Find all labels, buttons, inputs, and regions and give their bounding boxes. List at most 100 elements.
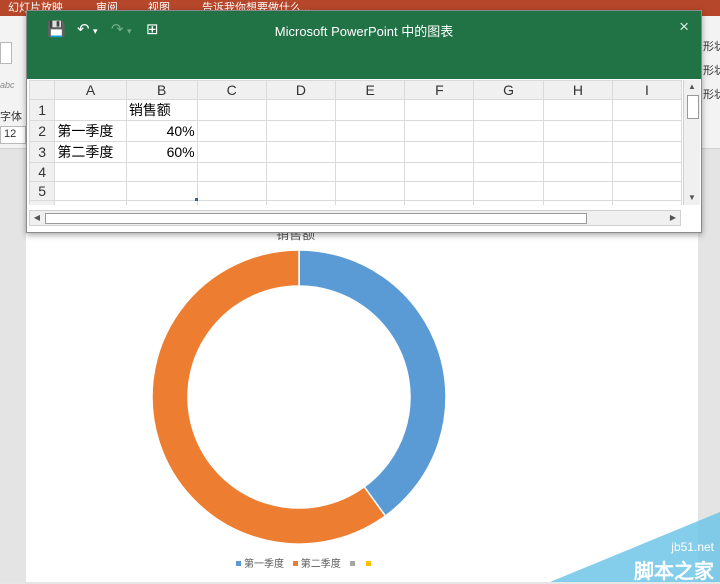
cell[interactable]	[196, 99, 267, 121]
cell[interactable]	[125, 162, 198, 182]
cell[interactable]	[542, 162, 614, 182]
cell-a1[interactable]	[54, 99, 127, 121]
cell[interactable]	[542, 141, 614, 163]
cell[interactable]	[542, 181, 614, 201]
cell[interactable]	[54, 181, 127, 201]
cell[interactable]	[196, 120, 267, 142]
window-titlebar[interactable]: 💾 ↶ ▾ ↷ ▾ ⊞ Microsoft PowerPoint 中的图表 ×	[27, 11, 701, 79]
table-row: 4	[29, 162, 682, 182]
column-header-i[interactable]: I	[612, 80, 682, 100]
vertical-scrollbar[interactable]: ▲ ▼	[683, 80, 700, 205]
cell[interactable]	[335, 181, 406, 201]
column-header-e[interactable]: E	[335, 80, 406, 100]
cell-b3[interactable]: 60%	[125, 141, 198, 163]
cell[interactable]	[473, 141, 544, 163]
vertical-scroll-thumb[interactable]	[687, 95, 699, 119]
cell[interactable]	[542, 99, 614, 121]
cell[interactable]	[265, 141, 337, 163]
cell[interactable]	[265, 162, 337, 182]
cell-a3[interactable]: 第二季度	[54, 141, 127, 163]
row-header[interactable]: 3	[29, 141, 56, 163]
cell[interactable]	[335, 200, 406, 205]
column-header-row: A B C D E F G H I	[29, 80, 682, 100]
cell[interactable]	[125, 181, 198, 201]
table-row: 2 第一季度 40%	[29, 120, 682, 142]
cell[interactable]	[473, 99, 544, 121]
horizontal-scroll-thumb[interactable]	[45, 213, 587, 224]
cell[interactable]	[335, 120, 406, 142]
column-header-g[interactable]: G	[473, 80, 544, 100]
chart-legend[interactable]: 第一季度 第二季度	[236, 555, 380, 570]
table-row: 3 第二季度 60%	[29, 141, 682, 163]
cell[interactable]	[612, 120, 682, 142]
cell-b2[interactable]: 40%	[125, 120, 198, 142]
row-header[interactable]: 6	[29, 200, 56, 205]
cell[interactable]	[542, 200, 614, 205]
cell[interactable]	[404, 181, 475, 201]
cell[interactable]	[196, 162, 267, 182]
legend-label-q1: 第一季度	[244, 559, 284, 570]
cell[interactable]	[473, 181, 544, 201]
cell[interactable]	[612, 141, 682, 163]
scroll-right-icon[interactable]: ▶	[666, 211, 680, 225]
row-header[interactable]: 5	[29, 181, 56, 201]
chart-data-window[interactable]: 💾 ↶ ▾ ↷ ▾ ⊞ Microsoft PowerPoint 中的图表 × …	[26, 10, 702, 233]
watermark-url: jb51.net	[671, 540, 714, 554]
legend-swatch-3	[349, 561, 355, 567]
scroll-up-icon[interactable]: ▲	[684, 80, 700, 94]
column-header-d[interactable]: D	[265, 80, 337, 100]
watermark-text: 脚本之家	[634, 561, 714, 583]
legend-swatch-q1	[236, 561, 241, 567]
range-resize-handle[interactable]	[195, 198, 198, 201]
cell[interactable]	[265, 120, 337, 142]
column-header-b[interactable]: B	[125, 80, 198, 100]
cell[interactable]	[612, 181, 682, 201]
close-button[interactable]: ×	[679, 17, 689, 37]
cell[interactable]	[196, 141, 267, 163]
table-row: 1 销售额	[29, 99, 682, 121]
cell[interactable]	[196, 181, 267, 201]
cell[interactable]	[404, 141, 475, 163]
cell-b1[interactable]: 销售额	[125, 99, 198, 121]
select-all-corner[interactable]	[29, 80, 56, 100]
row-header[interactable]: 2	[29, 120, 56, 142]
cell[interactable]	[404, 99, 475, 121]
cell-a2[interactable]: 第一季度	[54, 120, 127, 142]
cell[interactable]	[473, 200, 544, 205]
cell[interactable]	[335, 162, 406, 182]
doughnut-slice-第一季度[interactable]	[298, 249, 447, 517]
column-header-f[interactable]: F	[404, 80, 475, 100]
row-header[interactable]: 1	[29, 99, 56, 121]
scroll-down-icon[interactable]: ▼	[684, 191, 700, 205]
cell[interactable]	[335, 141, 406, 163]
cell[interactable]	[612, 200, 682, 205]
column-header-c[interactable]: C	[196, 80, 267, 100]
cell[interactable]	[404, 120, 475, 142]
cell[interactable]	[54, 200, 127, 205]
legend-item-4	[366, 559, 374, 570]
cell[interactable]	[612, 99, 682, 121]
cell[interactable]	[125, 200, 198, 205]
cell[interactable]	[404, 162, 475, 182]
window-title: Microsoft PowerPoint 中的图表	[274, 24, 454, 39]
table-row: 6	[29, 200, 682, 205]
cell[interactable]	[612, 162, 682, 182]
cell[interactable]	[473, 120, 544, 142]
scroll-left-icon[interactable]: ◀	[30, 211, 44, 225]
cell[interactable]	[265, 200, 337, 205]
cell[interactable]	[265, 99, 337, 121]
legend-item-3	[349, 559, 358, 570]
row-header[interactable]: 4	[29, 162, 56, 182]
cell[interactable]	[542, 120, 614, 142]
column-header-a[interactable]: A	[54, 80, 127, 100]
cell[interactable]	[335, 99, 406, 121]
horizontal-scrollbar[interactable]: ◀ ▶	[29, 210, 681, 226]
cell[interactable]	[265, 181, 337, 201]
spreadsheet-grid[interactable]: A B C D E F G H I 1 销售额 2 第一季度 40% 3 第二季…	[29, 80, 682, 205]
cell[interactable]	[196, 200, 267, 205]
cell[interactable]	[473, 162, 544, 182]
legend-swatch-4	[366, 561, 372, 567]
cell[interactable]	[404, 200, 475, 205]
cell[interactable]	[54, 162, 127, 182]
column-header-h[interactable]: H	[542, 80, 614, 100]
